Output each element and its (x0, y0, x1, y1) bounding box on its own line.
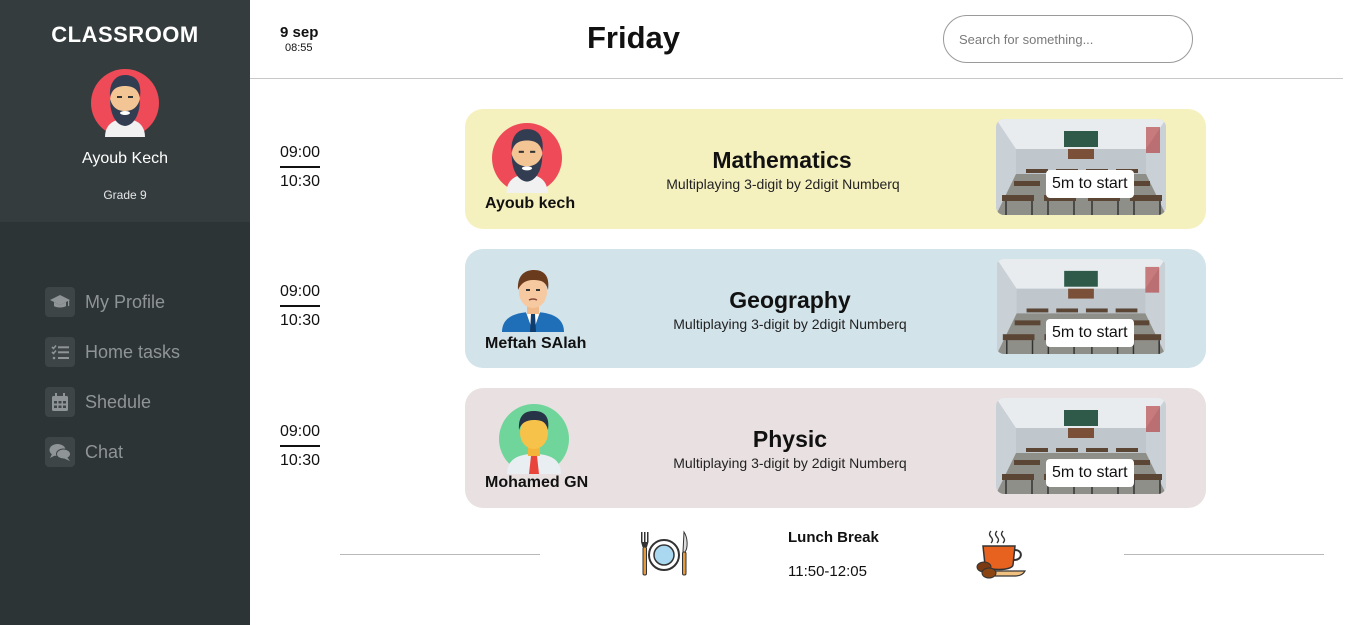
lesson-card-mathematics[interactable]: Ayoub kech Mathematics Multiplaying 3-di… (465, 109, 1206, 229)
lesson-time-range: 09:00 10:30 (280, 283, 320, 330)
page-title: Friday (587, 20, 681, 55)
start-status-badge[interactable]: 5m to start (1046, 170, 1134, 198)
lesson-card-physic[interactable]: Mohamed GN Physic Multiplaying 3-digit b… (465, 388, 1206, 508)
user-avatar[interactable] (91, 69, 159, 137)
lesson-description: Multiplaying 3-digit by 2digit Numberq (666, 176, 900, 192)
lesson-description: Multiplaying 3-digit by 2digit Numberq (673, 455, 907, 471)
break-title: Lunch Break (788, 529, 879, 546)
lesson-start-time: 09:00 (280, 423, 320, 447)
lesson-time-range: 09:00 10:30 (280, 423, 320, 470)
current-time: 08:55 (285, 42, 313, 54)
start-status-badge[interactable]: 5m to start (1046, 319, 1134, 347)
teacher-name: Mohamed GN (485, 474, 589, 491)
lesson-time-range: 09:00 10:30 (280, 144, 320, 191)
lesson-start-time: 09:00 (280, 283, 320, 307)
teacher-name: Meftah SAlah (485, 335, 587, 352)
lesson-description: Multiplaying 3-digit by 2digit Numberq (673, 316, 907, 332)
sidebar-item-home-tasks[interactable]: Home tasks (45, 337, 180, 367)
chat-bubbles-icon (45, 437, 75, 467)
lesson-end-time: 10:30 (280, 312, 321, 329)
lesson-subject: Geography (729, 287, 851, 313)
sidebar-item-chat[interactable]: Chat (45, 437, 180, 467)
divider (1124, 554, 1324, 555)
app-brand: CLASSROOM (51, 22, 199, 47)
sidebar-nav: My Profile Home tasks Shedule Chat (45, 287, 180, 487)
classroom-image (996, 119, 1166, 215)
teacher-name: Ayoub kech (485, 195, 576, 212)
sidebar-item-label: Home tasks (85, 341, 181, 362)
graduation-cap-icon (45, 287, 75, 317)
user-name: Ayoub Kech (82, 150, 168, 167)
teacher-avatar (499, 404, 569, 474)
task-list-icon (45, 337, 75, 367)
teacher-avatar (502, 270, 564, 332)
lesson-end-time: 10:30 (280, 173, 321, 190)
calendar-icon (45, 387, 75, 417)
start-status-badge[interactable]: 5m to start (1046, 459, 1134, 487)
lesson-subject: Physic (752, 426, 828, 452)
teacher-avatar (492, 123, 562, 193)
sidebar-item-label: Chat (85, 441, 124, 462)
sidebar: CLASSROOM Ayoub Kech Grade 9 My Profile … (0, 0, 250, 625)
profile-panel: CLASSROOM Ayoub Kech Grade 9 (0, 0, 250, 222)
lesson-end-time: 10:30 (280, 452, 321, 469)
break-time: 11:50-12:05 (788, 563, 867, 580)
divider (340, 554, 540, 555)
sidebar-item-label: Shedule (85, 391, 152, 412)
header-bar: 9 sep 08:55 Friday (250, 0, 1343, 79)
sidebar-item-label: My Profile (85, 291, 166, 312)
lesson-subject: Mathematics (712, 147, 852, 173)
sidebar-item-shedule[interactable]: Shedule (45, 387, 180, 417)
coffee-cup-icon (976, 530, 1026, 579)
lesson-card-geography[interactable]: Meftah SAlah Geography Multiplaying 3-di… (465, 249, 1206, 368)
lesson-start-time: 09:00 (280, 144, 320, 168)
current-date: 9 sep (280, 24, 319, 41)
sidebar-item-my-profile[interactable]: My Profile (45, 287, 180, 317)
search-input[interactable] (943, 15, 1193, 63)
user-grade: Grade 9 (103, 188, 147, 202)
plate-cutlery-icon (641, 530, 688, 576)
